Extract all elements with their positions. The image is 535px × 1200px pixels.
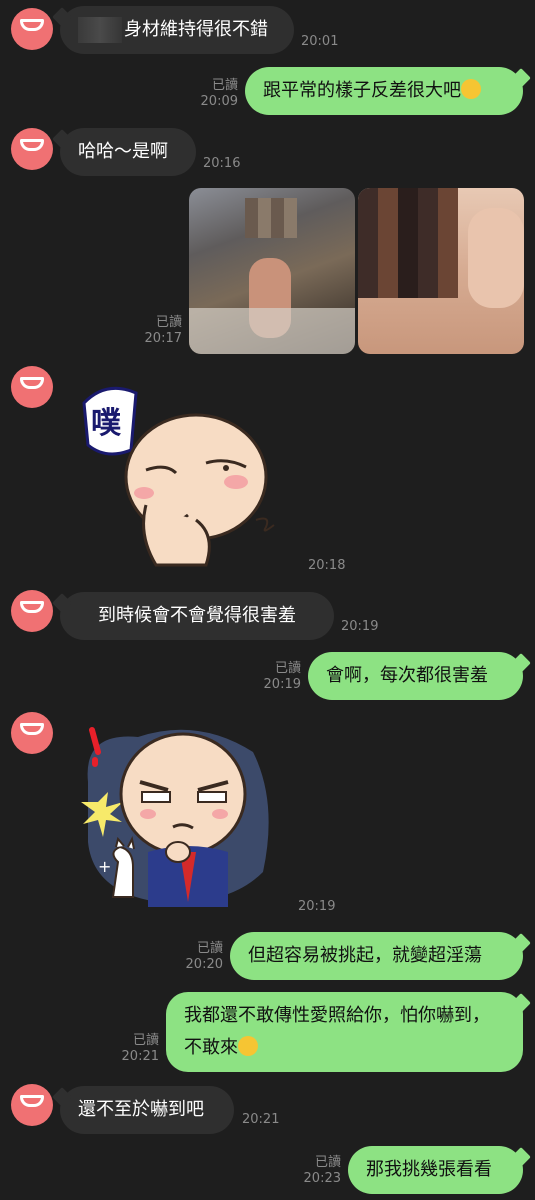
message-text: 會啊，每次都很害羞 bbox=[326, 665, 488, 686]
read-receipt: 已讀 20:19 bbox=[263, 661, 301, 692]
rolling-on-floor-laughing-emoji bbox=[461, 79, 481, 99]
message-text: 哈哈～是啊 bbox=[78, 141, 168, 162]
sticker-thinking-bald-man[interactable]: + bbox=[78, 722, 278, 912]
read-receipt: 已讀 20:09 bbox=[200, 78, 238, 109]
contact-avatar[interactable] bbox=[11, 1084, 53, 1126]
shared-photo-2[interactable] bbox=[358, 188, 524, 354]
message-bubble-outgoing[interactable]: 跟平常的樣子反差很大吧 bbox=[245, 67, 523, 115]
message-text: 那我挑幾張看看 bbox=[366, 1159, 492, 1180]
message-bubble-outgoing[interactable]: 我都還不敢傳性愛照給你，怕你嚇到，不敢來 bbox=[166, 992, 523, 1072]
contact-avatar[interactable] bbox=[11, 366, 53, 408]
read-receipt: 已讀 20:17 bbox=[144, 315, 182, 346]
message-time: 20:16 bbox=[203, 156, 241, 171]
message-text: 我都還不敢傳性愛照給你，怕你嚇到，不敢來 bbox=[184, 1005, 490, 1058]
pleading-face-emoji bbox=[238, 1036, 258, 1056]
message-bubble-incoming[interactable]: 還不至於嚇到吧 bbox=[60, 1086, 234, 1134]
message-bubble-incoming[interactable]: 到時候會不會覺得很害羞 bbox=[60, 592, 334, 640]
message-bubble-outgoing[interactable]: 會啊，每次都很害羞 bbox=[308, 652, 523, 700]
message-text: 但超容易被挑起，就變超淫蕩 bbox=[248, 945, 482, 966]
read-receipt: 已讀 20:21 bbox=[121, 1033, 159, 1064]
message-text: 到時候會不會覺得很害羞 bbox=[98, 605, 296, 626]
message-bubble-outgoing[interactable]: 那我挑幾張看看 bbox=[348, 1146, 523, 1194]
message-time: 20:21 bbox=[242, 1112, 280, 1127]
message-time: 20:01 bbox=[301, 34, 339, 49]
contact-avatar[interactable] bbox=[11, 8, 53, 50]
message-time: 20:19 bbox=[298, 899, 336, 914]
read-receipt: 已讀 20:20 bbox=[185, 941, 223, 972]
message-time: 20:18 bbox=[308, 558, 346, 573]
censored-name bbox=[78, 17, 122, 43]
contact-avatar[interactable] bbox=[11, 712, 53, 754]
message-text: 跟平常的樣子反差很大吧 bbox=[263, 80, 461, 101]
message-text: 身材維持得很不錯 bbox=[124, 19, 268, 40]
message-bubble-incoming[interactable]: 身材維持得很不錯 bbox=[60, 6, 294, 54]
contact-avatar[interactable] bbox=[11, 128, 53, 170]
sticker-image: + bbox=[81, 727, 269, 907]
message-text: 還不至於嚇到吧 bbox=[78, 1099, 204, 1120]
sticker-laughing-bald-man[interactable]: 噗 bbox=[76, 375, 276, 570]
message-time: 20:19 bbox=[341, 619, 379, 634]
read-receipt: 已讀 20:23 bbox=[303, 1155, 341, 1186]
blur-mosaic bbox=[245, 198, 297, 238]
sticker-text: 噗 bbox=[91, 406, 122, 441]
shared-photo-1[interactable] bbox=[189, 188, 355, 354]
contact-avatar[interactable] bbox=[11, 590, 53, 632]
message-bubble-incoming[interactable]: 哈哈～是啊 bbox=[60, 128, 196, 176]
svg-text:+: + bbox=[98, 857, 111, 876]
blur-mosaic bbox=[358, 188, 458, 298]
sticker-image: 噗 bbox=[82, 386, 275, 567]
message-bubble-outgoing[interactable]: 但超容易被挑起，就變超淫蕩 bbox=[230, 932, 523, 980]
